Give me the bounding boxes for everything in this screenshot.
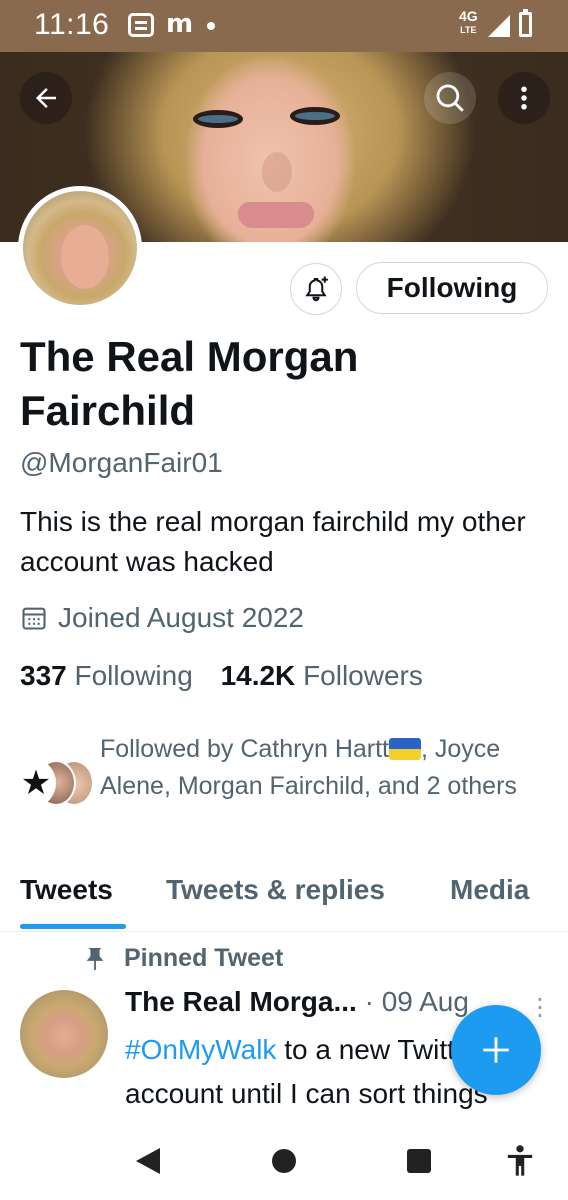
profile-handle: @MorganFair01 [20,447,223,478]
followers-count: 14.2K [220,660,296,691]
profile-name: The Real Morgan Fairchild [20,333,359,434]
calendar-icon [22,607,46,630]
network-type: 4G LTE [459,8,478,35]
joined-text: Joined August 2022 [58,602,304,633]
status-time: 11:16 [34,8,110,41]
tweet-meta: · 09 Aug [356,986,469,1017]
notifications-button[interactable] [290,263,342,315]
banner-photo-detail [290,107,340,125]
more-vertical-icon [521,86,527,110]
profile-tabs: Tweets Tweets & replies Media [0,862,568,932]
battery-icon [519,9,532,37]
pinned-label: Pinned Tweet [84,944,283,973]
active-tab-indicator [20,924,126,929]
search-icon [436,84,464,112]
nav-back-icon[interactable] [136,1148,160,1174]
followed-by-avatars[interactable]: ★ [16,760,96,806]
search-button[interactable] [424,72,476,124]
accessibility-icon[interactable] [505,1144,535,1178]
banner-photo-detail [193,110,243,128]
tab-media[interactable]: Media [450,874,529,906]
nav-home-icon[interactable] [272,1149,296,1173]
ukraine-flag-icon [389,738,422,760]
profile-bio: This is the real morgan fairchild my oth… [20,506,526,577]
avatar-photo-detail [61,225,109,289]
joined-date: Joined August 2022 [20,602,304,634]
signal-icon [488,15,510,37]
message-notification-icon [128,13,154,37]
profile-avatar[interactable] [18,186,142,310]
following-stat[interactable]: 337 Following [20,660,193,691]
app-notification-icon: m [166,9,194,39]
status-bar: 11:16 m 4G LTE [0,0,568,52]
nav-recents-icon[interactable] [407,1149,431,1173]
system-nav-bar [0,1120,568,1200]
followed-by-prefix: Followed by Cathryn Hartt [100,735,390,763]
followed-by-text[interactable]: Followed by Cathryn Hartt, Joyce Alene, … [100,731,550,805]
pin-icon [86,947,104,970]
following-label: Following [74,660,193,691]
back-button[interactable] [20,72,72,124]
banner-photo-detail [262,152,292,192]
tab-tweets-replies[interactable]: Tweets & replies [166,874,385,906]
notification-dot-icon [207,22,215,30]
back-arrow-icon [36,88,56,108]
followers-stat[interactable]: 14.2K Followers [221,660,423,691]
followers-label: Followers [303,660,423,691]
following-count: 337 [20,660,67,691]
tweet-author-name[interactable]: The Real Morga... [125,986,357,1017]
compose-plus-icon [483,1037,509,1063]
tweet-header: The Real Morga... · 09 Aug [125,986,469,1018]
compose-tweet-button[interactable] [451,1005,541,1095]
tweet-hashtag[interactable]: #OnMyWalk [125,1034,276,1065]
follow-stats: 337 Following 14.2K Followers [20,660,423,692]
more-options-button[interactable] [498,72,550,124]
tweet-more-icon[interactable]: ⋮ [528,993,552,1022]
banner-photo-detail [238,202,314,228]
following-button[interactable]: Following [356,262,548,314]
bell-plus-icon [305,276,328,302]
tab-tweets[interactable]: Tweets [20,874,113,906]
pinned-text: Pinned Tweet [124,944,284,972]
tweet-author-avatar[interactable] [20,990,108,1078]
mutual-avatar: ★ [16,760,56,806]
